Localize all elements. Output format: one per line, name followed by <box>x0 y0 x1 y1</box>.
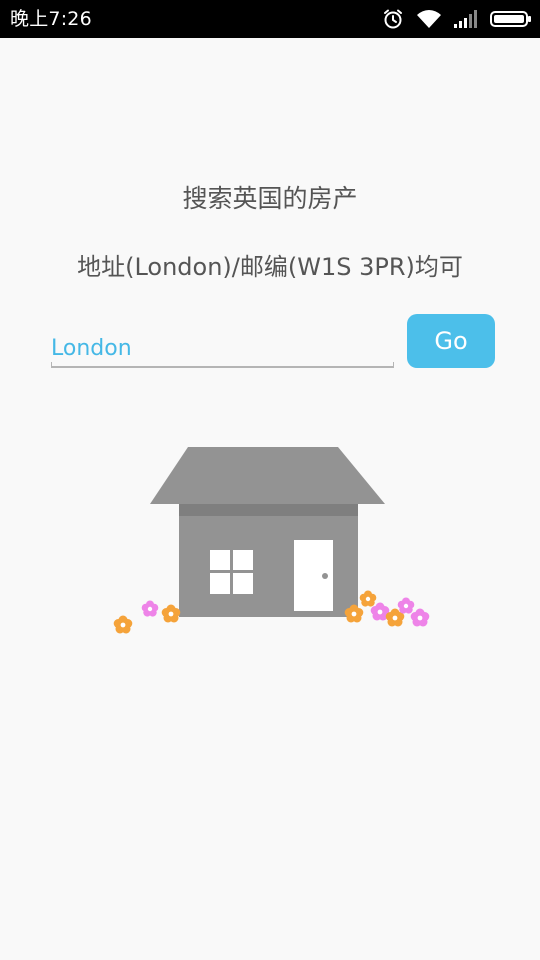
flower-icon <box>359 590 377 607</box>
battery-icon <box>490 11 531 27</box>
house-illustration <box>113 447 430 634</box>
door-knob <box>322 573 328 579</box>
house-roof <box>150 447 385 504</box>
search-field[interactable] <box>51 330 394 368</box>
status-bar: 晚上7:26 <box>0 0 540 38</box>
go-button[interactable]: Go <box>407 314 495 368</box>
wifi-icon <box>417 10 441 28</box>
flower-icon <box>397 597 415 614</box>
flower-icon <box>161 604 181 623</box>
flower-icon <box>141 600 159 617</box>
status-icons <box>382 6 532 32</box>
flower-icon <box>113 615 133 634</box>
house-roof-shadow <box>179 504 358 516</box>
search-input[interactable] <box>51 330 394 366</box>
signal-icon <box>454 10 477 28</box>
search-hint: 地址(London)/邮编(W1S 3PR)均可 <box>77 253 463 281</box>
app-screen: 晚上7:26 搜索英国的房产 地址(London)/邮编(W1S 3PR)均可 … <box>0 0 540 960</box>
alarm-icon <box>384 9 402 29</box>
page-title: 搜索英国的房产 <box>182 184 358 213</box>
search-underline <box>51 362 394 368</box>
flower-icon <box>410 608 430 627</box>
status-time: 晚上7:26 <box>10 8 92 30</box>
